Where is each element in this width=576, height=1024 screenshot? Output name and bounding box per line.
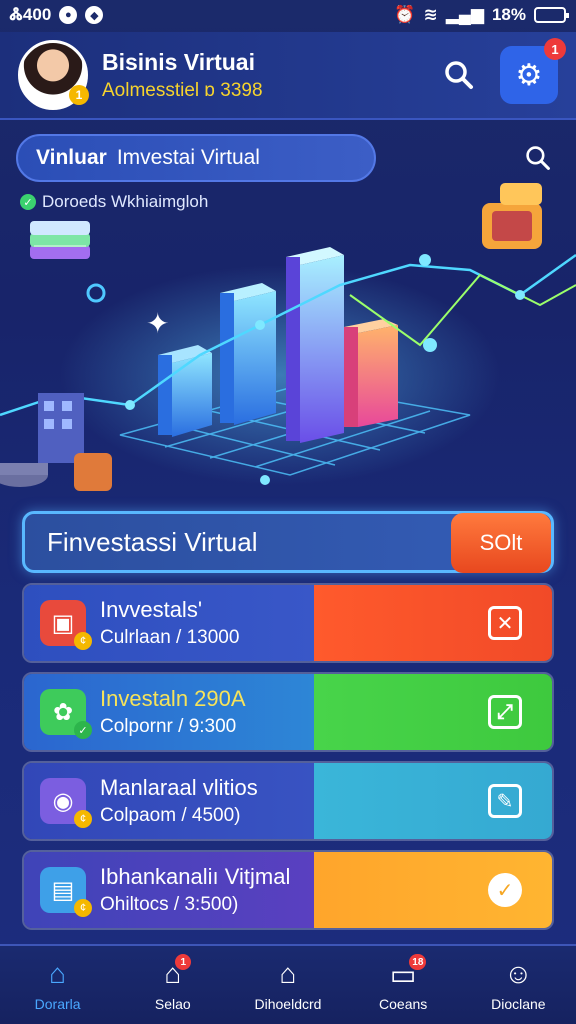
sparkle-icon: ✦: [146, 307, 169, 340]
nav-label: Dioclane: [491, 996, 546, 1012]
nav-badge: 18: [409, 954, 427, 970]
inbox-icon: ▭ 18: [390, 954, 427, 990]
check-icon: ✓: [74, 721, 92, 739]
gear-check-icon: ✿ ✓: [40, 689, 92, 739]
check-round-icon[interactable]: ✓: [488, 873, 522, 907]
treasure-icon: [482, 183, 542, 249]
status-time: Ꮬ400: [10, 5, 52, 24]
avatar-badge: 1: [69, 85, 89, 105]
banner-title: Finvestassi Virtual: [47, 526, 258, 557]
coin-icon: ¢: [74, 810, 92, 828]
user-icon: ☺: [504, 958, 533, 989]
briefcase-icon: ▣ ¢: [40, 600, 92, 650]
avatar[interactable]: 1: [18, 40, 89, 110]
card-title: Ibhankanaliı Vitjmal: [100, 864, 291, 889]
notification-icon: ●: [59, 6, 78, 24]
status-bar: Ꮬ400 ● ◆ ⏰ ≋ ▂▄▆ 18%: [0, 0, 576, 30]
search-icon: [445, 61, 473, 89]
bar-3: [286, 247, 344, 443]
search-label-bold: Vinluar: [36, 146, 107, 169]
battery-level: 18%: [491, 5, 526, 24]
settings-button[interactable]: ⚙ 1: [500, 38, 566, 104]
portfolio-banner: Finvestassi Virtual SOlt: [22, 511, 554, 573]
card-subtitle: Ohiltocs / 3:500): [100, 894, 239, 915]
nav-item-inbox[interactable]: ▭ 18 Coeans: [348, 954, 458, 1012]
nav-label: Dorarla: [34, 996, 81, 1012]
nav-item-dashboard[interactable]: ⌂ Dihoeldcrd: [233, 958, 343, 1012]
card-title: Investaln 290A: [100, 686, 246, 711]
search-icon[interactable]: [525, 145, 551, 171]
coin-icon: ¢: [74, 632, 92, 650]
search-button[interactable]: [430, 46, 488, 104]
nav-label: Selao: [154, 996, 191, 1012]
hero-illustration: ✦: [0, 183, 576, 491]
house-icon: ⌂ 1: [164, 954, 192, 990]
alarm-icon: ⏰: [394, 5, 416, 24]
signal-icon: ▂▄▆: [445, 5, 484, 24]
card-title: Manlaraal vlitios: [100, 775, 258, 800]
gear-icon: ⚙: [515, 58, 543, 92]
battery-icon: [534, 7, 569, 23]
edit-icon[interactable]: ✎: [488, 784, 522, 818]
expand-icon[interactable]: ⤢: [488, 695, 522, 729]
nav-badge: 1: [175, 954, 192, 970]
nav-item-profile[interactable]: ☺ Dioclane: [463, 958, 573, 1012]
app-header: 1 Bisinis Virtuai Aolmesstiel ɒ 3398 ⚙ 1: [0, 32, 576, 120]
coin-icon: ¢: [74, 899, 92, 917]
app-icon: ◆: [85, 6, 104, 24]
bar-2: [220, 283, 276, 425]
wifi-icon: ≋: [423, 5, 438, 24]
investment-card[interactable]: ▤ ¢ Ibhankanaliı Vitjmal Ohiltocs / 3:50…: [22, 850, 554, 930]
nav-label: Dihoeldcrd: [254, 996, 322, 1012]
building-icon: ⌂: [279, 958, 297, 989]
wallet-icon: ◉ ¢: [40, 778, 92, 828]
card-subtitle: Colpaom / 4500): [100, 805, 241, 826]
sort-button[interactable]: SOlt: [451, 513, 551, 573]
header-title: Bisinis Virtuai: [102, 48, 255, 75]
nav-item-home[interactable]: ⌂ Dorarla: [3, 958, 113, 1012]
investment-card[interactable]: ◉ ¢ Manlaraal vlitios Colpaom / 4500) ✎: [22, 761, 554, 841]
document-stack-icon: [30, 221, 106, 303]
close-box-icon[interactable]: ✕: [488, 606, 522, 640]
card-subtitle: Colpornr / 9:300: [100, 716, 237, 737]
settings-badge: 1: [544, 38, 566, 60]
nav-label: Coeans: [379, 996, 428, 1012]
nav-item-sales[interactable]: ⌂ 1 Selao: [118, 954, 228, 1012]
card-subtitle: Culrlaan / 13000: [100, 627, 240, 648]
header-subtitle: Aolmesstiel ɒ 3398: [102, 79, 263, 101]
investment-card[interactable]: ▣ ¢ Invvestals' Culrlaan / 13000 ✕: [22, 583, 554, 663]
investment-card[interactable]: ✿ ✓ Investaln 290A Colpornr / 9:300 ⤢: [22, 672, 554, 752]
card-icon: ▤ ¢: [40, 867, 92, 917]
search-label: Imvestai Virtual: [116, 146, 260, 169]
bar-4: [344, 319, 398, 427]
bar-1: [158, 345, 212, 437]
card-title: Invvestals': [100, 597, 203, 622]
home-icon: ⌂: [49, 958, 67, 989]
bottom-nav: ⌂ Dorarla ⌂ 1 Selao ⌂ Dihoeldcrd ▭ 18 Co…: [0, 944, 576, 1024]
